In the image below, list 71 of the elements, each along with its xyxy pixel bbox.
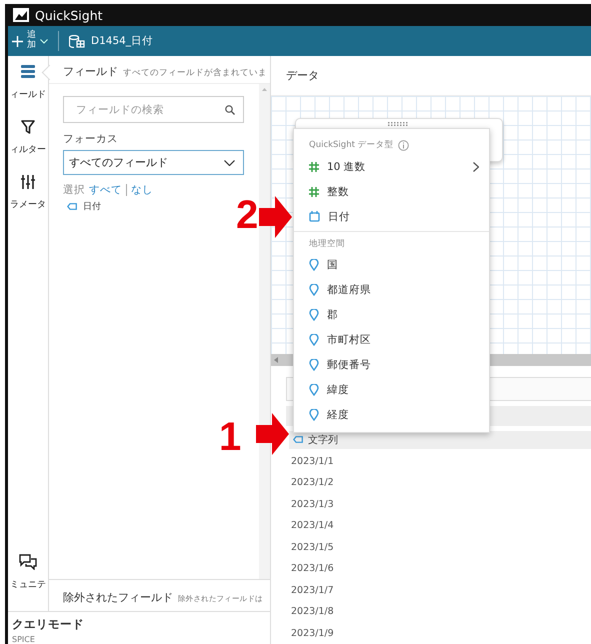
scroll-left-icon[interactable]	[274, 356, 278, 363]
field-label: フォーカス	[63, 132, 119, 146]
field-item[interactable]: 日付	[83, 200, 101, 213]
select-none-link[interactable]: なし	[131, 183, 153, 197]
menu-title: QuickSight データ型	[309, 139, 394, 151]
menu-item[interactable]: 郵便番号	[294, 352, 489, 377]
panel-subtitle: すべてのフィールドが含まれていま	[123, 67, 267, 79]
caret-icon	[40, 38, 48, 44]
plus-icon	[12, 36, 23, 46]
sidebar-tab[interactable]: ミュニテ	[8, 554, 48, 609]
map-pin-icon	[309, 408, 319, 420]
menu-item[interactable]: 郡	[294, 302, 489, 327]
hash-icon	[309, 186, 319, 196]
sidebar-tab[interactable]: ィルター	[8, 119, 48, 174]
menu-item[interactable]: 経度	[294, 402, 489, 427]
drag-handle-icon[interactable]	[388, 122, 410, 126]
info-icon[interactable]	[398, 140, 409, 150]
map-pin-icon	[309, 358, 319, 370]
search-field[interactable]: フィールドの検索	[63, 96, 244, 123]
text-type-icon	[67, 203, 77, 210]
app-title: QuickSight	[35, 8, 103, 22]
search-icon	[225, 105, 236, 115]
chevron-down-icon	[224, 160, 236, 166]
focus-dropdown[interactable]: すべてのフィールド	[63, 150, 244, 175]
annotation-arrow	[259, 196, 292, 238]
table-cell-text: 2023/1/6	[291, 562, 335, 576]
map-pin-icon	[309, 334, 319, 346]
table-cell-text: 2023/1/3	[291, 498, 335, 512]
menu-item[interactable]: 日付	[294, 204, 489, 229]
map-pin-icon	[309, 308, 319, 320]
menu-section-title: 地理空間	[308, 238, 346, 251]
menu-item[interactable]: 10 進数	[294, 154, 489, 179]
annotation-arrow	[256, 413, 289, 455]
dataset-button[interactable]: D1454_日付	[69, 34, 154, 48]
menu-item[interactable]: 整数	[294, 179, 489, 204]
dataset-icon	[69, 34, 85, 48]
scroll-up-icon[interactable]	[262, 88, 268, 91]
table-cell-text: 2023/1/8	[291, 605, 335, 620]
panel-title: フィールド	[63, 64, 118, 79]
select-all-link[interactable]: すべて	[89, 183, 122, 197]
map-pin-icon	[309, 284, 319, 296]
calendar-icon	[309, 211, 320, 222]
table-cell-text: 2023/1/5	[291, 540, 335, 555]
table-cell-text: 2023/1/1	[291, 454, 335, 469]
map-pin-icon	[309, 384, 319, 396]
sliders-icon	[20, 174, 36, 190]
column-header[interactable]: 文字列	[308, 432, 338, 447]
logo-icon	[13, 8, 29, 22]
hash-icon	[309, 162, 319, 172]
annotation-number: 2	[236, 195, 258, 235]
menu-item[interactable]: 市町村区	[294, 327, 489, 352]
chevron-right-icon	[473, 162, 479, 172]
text-type-icon	[293, 436, 303, 444]
scroll-bar[interactable]	[259, 84, 270, 579]
layers-icon	[20, 64, 36, 80]
chat-bubbles-icon	[19, 554, 37, 570]
table-cell-text: 2023/1/7	[291, 584, 335, 598]
map-pin-icon	[309, 258, 319, 270]
sidebar-tab[interactable]: ラメータ	[8, 174, 48, 229]
annotation-number: 1	[219, 417, 242, 457]
section-title: 除外されたフィールド	[63, 590, 173, 605]
table-cell-text: 2023/1/4	[291, 519, 335, 534]
section-title: クエリモード	[12, 617, 85, 632]
query-mode-value: SPICE	[12, 635, 36, 644]
menu-item[interactable]: 都道府県	[294, 277, 489, 302]
table-cell-text: 2023/1/9	[291, 626, 335, 641]
add-button[interactable]: 追加	[8, 26, 54, 56]
menu-item[interactable]: 国	[294, 252, 489, 277]
table-cell-text: 2023/1/2	[291, 476, 335, 490]
select-label: 選択	[63, 183, 85, 197]
filter-icon	[20, 119, 36, 135]
